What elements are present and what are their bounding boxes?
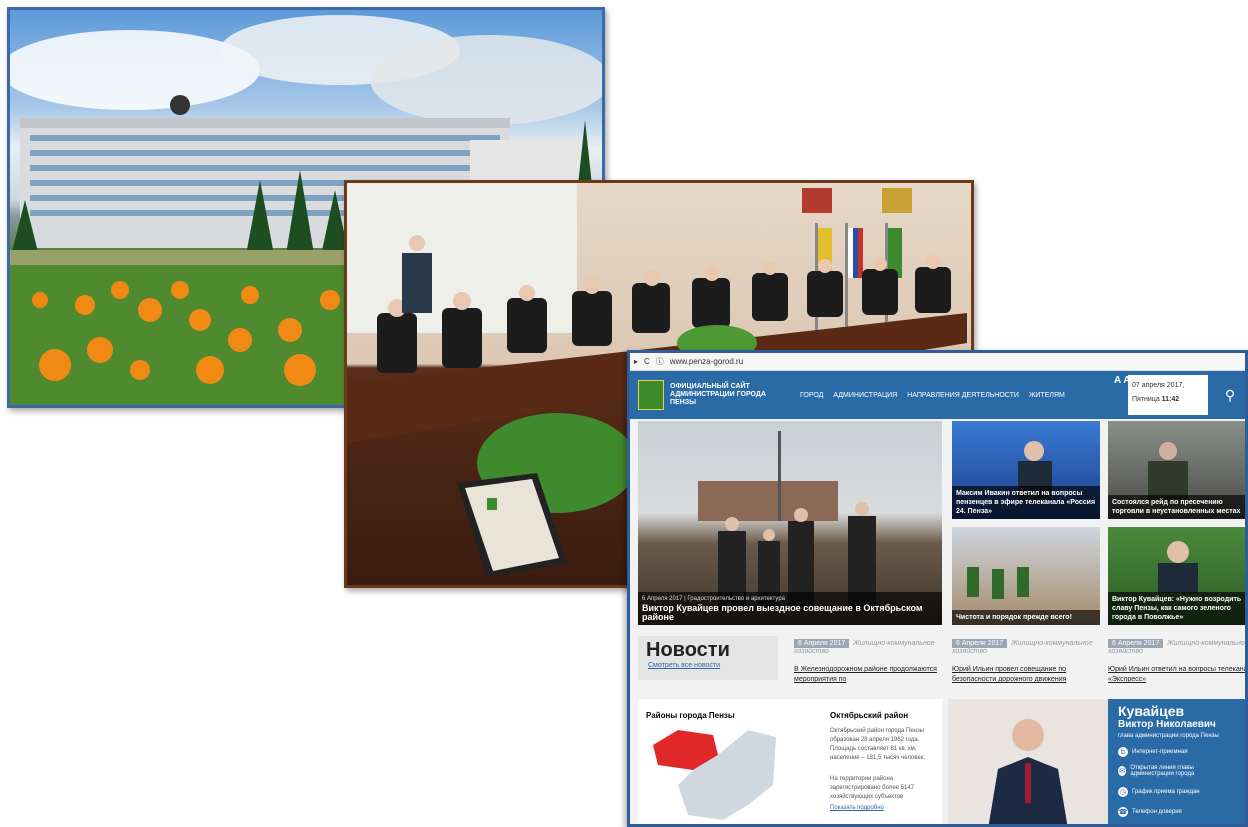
- date-text: 07 апреля 2017,: [1132, 382, 1185, 389]
- search-icon: ⚲: [1224, 386, 1236, 403]
- news-title[interactable]: Юрий Ильин провел совещание по безопасно…: [952, 665, 1102, 685]
- back-icon[interactable]: ▸: [634, 357, 638, 366]
- news-item[interactable]: 6 Апреля 2017 Жилищно-коммунальное хозяйс…: [1108, 639, 1245, 685]
- city-logo[interactable]: [638, 380, 664, 410]
- link-reception-schedule[interactable]: ◷ График приема граждан: [1118, 787, 1200, 797]
- news-date: 6 Апреля 2017: [1108, 639, 1164, 648]
- district-business-count: На территории района зарегистрировано бо…: [830, 776, 915, 800]
- all-news-link[interactable]: Смотреть все новости: [648, 662, 778, 669]
- site-header: ОФИЦИАЛЬНЫЙ САЙТ АДМИНИСТРАЦИИ ГОРОДА ПЕ…: [630, 371, 1245, 419]
- info-icon: ⓘ: [655, 357, 664, 366]
- news-item[interactable]: 6 Апреля 2017 Жилищно-коммунальное хозяйс…: [794, 639, 944, 685]
- link-hotline[interactable]: ☎ Телефон доверия: [1118, 807, 1182, 817]
- reload-icon[interactable]: C: [644, 357, 650, 366]
- news-date: 6 Апреля 2017: [794, 639, 850, 648]
- head-of-admin-panel: Кувайцев Виктор Николаевич глава админис…: [948, 699, 1245, 824]
- link-internet-reception[interactable]: b Интернет-приемная: [1118, 747, 1187, 757]
- side-story-3[interactable]: Чистота и порядок прежде всего!: [952, 527, 1100, 625]
- side-story-1-title: Максим Ивакин ответил на вопросы пензенц…: [952, 486, 1100, 519]
- district-more-link[interactable]: Показать подробно: [830, 805, 884, 811]
- weekday-text: Пятница: [1132, 396, 1160, 403]
- selected-district-title: Октябрьский район: [830, 711, 909, 720]
- districts-title: Районы города Пензы: [646, 711, 735, 720]
- side-story-2-title: Состоялся рейд по пресечению торговли в …: [1108, 495, 1245, 519]
- head-of-admin-surname: Кувайцев: [1118, 703, 1185, 719]
- side-story-1[interactable]: Максим Ивакин ответил на вопросы пензенц…: [952, 421, 1100, 519]
- nav-item-residents[interactable]: ЖИТЕЛЯМ: [1029, 392, 1065, 399]
- side-story-4-title: Виктор Кувайцев: «Нужно возродить славу …: [1108, 592, 1245, 625]
- head-of-admin-photo: [948, 699, 1108, 824]
- nav-item-activities[interactable]: НАПРАВЛЕНИЯ ДЕЯТЕЛЬНОСТИ: [907, 392, 1019, 399]
- main-story-card[interactable]: 6 Апреля 2017 | Градостроительство и арх…: [638, 421, 942, 625]
- link-open-line[interactable]: ✉ Открытая линия главы администрации горо…: [1118, 765, 1238, 777]
- side-story-3-title: Чистота и порядок прежде всего!: [952, 610, 1100, 625]
- mail-icon: ✉: [1118, 766, 1127, 776]
- news-title[interactable]: В Железнодорожном районе продолжаются ме…: [794, 665, 944, 685]
- link-label: Открытая линия главы администрации город…: [1130, 765, 1195, 777]
- news-heading: Новости: [646, 639, 730, 661]
- news-item[interactable]: 6 Апреля 2017 Жилищно-коммунальное хозяйс…: [952, 639, 1102, 685]
- website-screenshot: ▸ C ⓘ www.penza-gorod.ru ОФИЦИАЛЬНЫЙ САЙ…: [627, 350, 1248, 827]
- nav-item-city[interactable]: ГОРОД: [800, 392, 823, 399]
- schedule-icon: ◷: [1118, 787, 1128, 797]
- link-label: Телефон доверия: [1132, 809, 1182, 815]
- main-story-caption: 6 Апреля 2017 | Градостроительство и арх…: [638, 592, 942, 625]
- districts-map[interactable]: [648, 725, 778, 825]
- phone-icon: ☎: [1118, 807, 1128, 817]
- link-label: График приема граждан: [1132, 789, 1200, 795]
- browser-address-bar[interactable]: ▸ C ⓘ www.penza-gorod.ru: [630, 353, 1245, 371]
- head-of-admin-role: глава администрации города Пензы: [1118, 733, 1219, 739]
- main-nav: ГОРОД АДМИНИСТРАЦИЯ НАПРАВЛЕНИЯ ДЕЯТЕЛЬН…: [800, 392, 1065, 399]
- site-title[interactable]: ОФИЦИАЛЬНЫЙ САЙТ АДМИНИСТРАЦИИ ГОРОДА ПЕ…: [670, 383, 780, 407]
- reception-icon: b: [1118, 747, 1128, 757]
- link-label: Интернет-приемная: [1132, 749, 1188, 755]
- side-story-2[interactable]: Состоялся рейд по пресечению торговли в …: [1108, 421, 1245, 519]
- head-of-admin-firstname: Виктор Николаевич: [1118, 719, 1216, 730]
- date-box: 07 апреля 2017, Пятница 11:42: [1128, 375, 1208, 415]
- search-button[interactable]: ⚲: [1212, 375, 1245, 415]
- head-of-admin-name: Кувайцев Виктор Николаевич: [1118, 703, 1216, 731]
- news-heading-block: Новости Смотреть все новости: [638, 636, 778, 680]
- news-title[interactable]: Юрий Ильин ответил на вопросы телеканала…: [1108, 665, 1245, 685]
- nav-item-administration[interactable]: АДМИНИСТРАЦИЯ: [833, 392, 897, 399]
- districts-panel: Районы города Пензы Октябрьский район Ок…: [638, 699, 942, 825]
- main-story-title[interactable]: Виктор Кувайцев провел выездное совещани…: [642, 604, 938, 622]
- side-story-4[interactable]: Виктор Кувайцев: «Нужно возродить славу …: [1108, 527, 1245, 625]
- news-date: 6 Апреля 2017: [952, 639, 1008, 648]
- district-description: Октябрьский район города Пензы образован…: [830, 728, 926, 761]
- url-text[interactable]: www.penza-gorod.ru: [670, 357, 743, 366]
- time-text: 11:42: [1161, 396, 1180, 403]
